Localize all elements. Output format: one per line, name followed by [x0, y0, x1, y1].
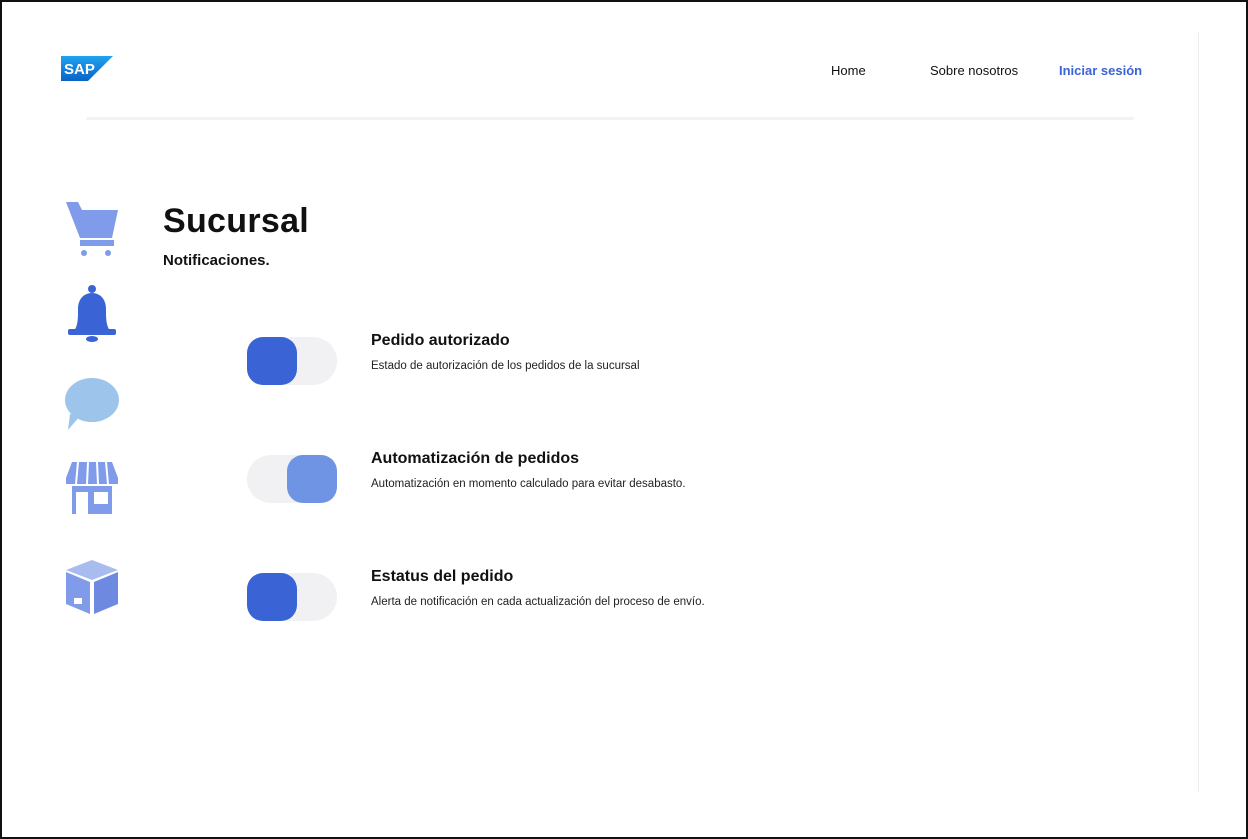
- toggle-knob: [247, 573, 297, 621]
- toggle-knob: [287, 455, 337, 503]
- setting-automatizacion-pedidos: Automatización de pedidos Automatización…: [371, 450, 731, 494]
- page-subtitle: Notificaciones.: [163, 252, 270, 269]
- chat-icon[interactable]: [64, 374, 120, 434]
- setting-description: Estado de autorización de los pedidos de…: [371, 360, 640, 372]
- toggle-pedido-autorizado[interactable]: [247, 337, 337, 385]
- toggle-automatizacion-pedidos[interactable]: [247, 455, 337, 503]
- setting-title: Estatus del pedido: [371, 568, 514, 585]
- toggle-estatus-pedido[interactable]: [247, 573, 337, 621]
- setting-title: Automatización de pedidos: [371, 450, 580, 467]
- store-icon[interactable]: [64, 458, 120, 518]
- toggle-knob: [247, 337, 297, 385]
- setting-description: Automatización en momento calculado para…: [371, 478, 686, 490]
- right-divider: [1198, 32, 1199, 792]
- setting-title: Pedido autorizado: [371, 332, 510, 349]
- app-frame: SAP Home Sobre nosotros Iniciar sesión S…: [0, 0, 1248, 839]
- setting-pedido-autorizado: Pedido autorizado Estado de autorización…: [371, 332, 731, 376]
- logo-text: SAP: [64, 61, 95, 78]
- sap-logo[interactable]: SAP: [61, 56, 113, 81]
- nav-about-link[interactable]: Sobre nosotros: [930, 63, 1018, 78]
- box-icon[interactable]: [64, 558, 120, 618]
- nav-login-link[interactable]: Iniciar sesión: [1059, 63, 1142, 78]
- setting-estatus-pedido: Estatus del pedido Alerta de notificació…: [371, 568, 731, 612]
- cart-icon[interactable]: [64, 198, 120, 258]
- header-divider: [86, 117, 1134, 120]
- nav-home-link[interactable]: Home: [831, 63, 866, 78]
- bell-icon[interactable]: [64, 285, 120, 345]
- setting-description: Alerta de notificación en cada actualiza…: [371, 596, 705, 608]
- page-title: Sucursal: [163, 202, 310, 240]
